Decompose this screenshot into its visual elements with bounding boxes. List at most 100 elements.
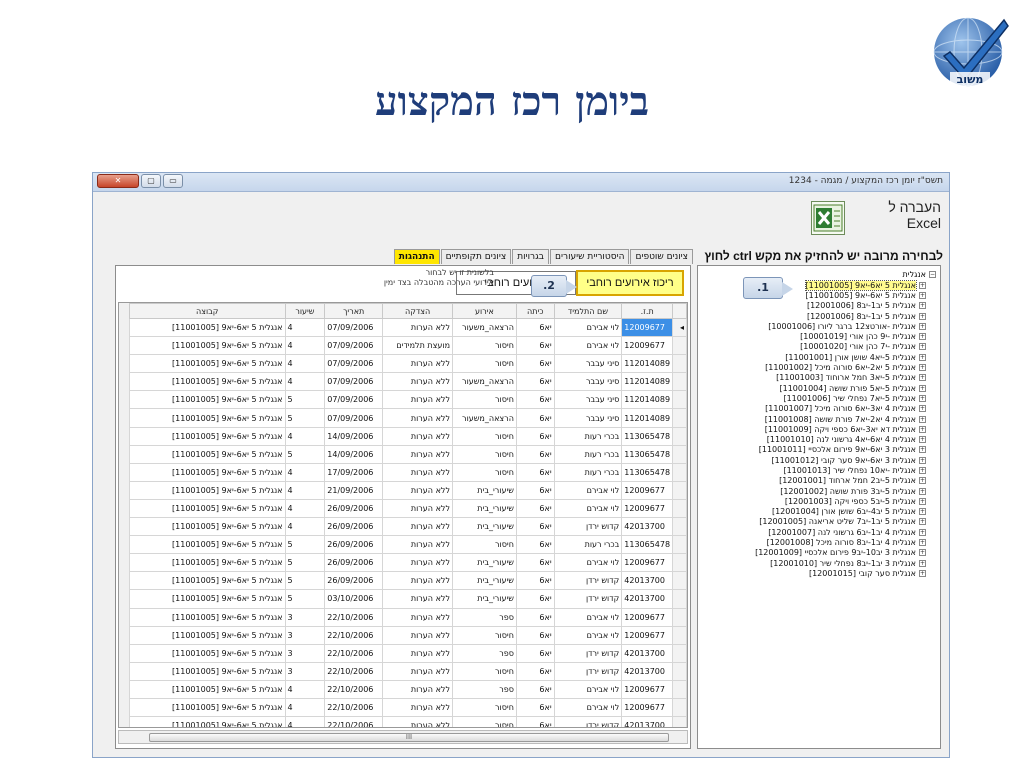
table-cell[interactable]: 22/10/2006 (324, 643, 384, 663)
table-cell[interactable]: אנגלית 5 יא6-יא9 [11001005] (129, 716, 286, 727)
table-cell[interactable]: אנגלית 5 יא6-יא9 [11001005] (129, 643, 286, 663)
table-row[interactable]: 112014089 סיני עבבר יא6 הרצאה_משעור ללא הערו… (129, 372, 687, 392)
table-cell[interactable]: חיסור (452, 716, 517, 727)
table-cell[interactable]: 42013700 (621, 589, 674, 609)
table-cell[interactable]: שיעורי_בית (452, 517, 517, 537)
expand-icon[interactable]: + (919, 343, 926, 351)
row-selector[interactable] (672, 625, 687, 645)
tree-item[interactable]: + אנגלית 4 יב1-יב6 גרשוני לנה [12001007] (702, 527, 936, 537)
expand-icon[interactable]: + (919, 436, 926, 444)
row-selector[interactable] (672, 697, 687, 718)
table-cell[interactable]: אנגלית 5 יא6-יא9 [11001005] (129, 571, 286, 591)
row-selector[interactable] (672, 571, 687, 591)
table-cell[interactable]: יא6 (515, 553, 555, 573)
column-header[interactable]: שם התלמיד (553, 303, 623, 319)
table-cell[interactable]: 4 (284, 697, 326, 718)
tree-item[interactable]: + אנגלית -יא10 נפחלי שיר [11001013] (702, 465, 936, 475)
expand-icon[interactable]: + (919, 302, 926, 310)
table-cell[interactable]: אנגלית 5 יא6-יא9 [11001005] (129, 553, 286, 573)
row-selector[interactable] (672, 716, 687, 727)
table-row[interactable]: 12009677 לוי אבירם יא6 חיסור מועצת תלמידים 07… (129, 336, 687, 356)
table-cell[interactable]: אנגלית 5 יא6-יא9 [11001005] (129, 697, 286, 718)
tree-item[interactable]: + אנגלית 3 יב10-יב9 פירום אלכסיי [1200100… (702, 548, 936, 558)
table-cell[interactable]: 12009677 (621, 607, 674, 627)
tree-item[interactable]: + אנגלית 5-יא4 שושן אורן [11001001] (702, 352, 936, 362)
table-cell[interactable]: 112014089 (621, 408, 674, 428)
expand-icon[interactable]: + (919, 487, 926, 495)
column-header[interactable]: הצדקה (382, 303, 454, 319)
table-cell[interactable]: 26/09/2006 (324, 571, 384, 591)
table-cell[interactable]: 12009677 (621, 697, 674, 718)
table-cell[interactable]: חיסור (452, 426, 517, 446)
tree-item[interactable]: + אנגלית 4 יא6-יא4 גרשוני לנה [11001010] (702, 434, 936, 444)
table-cell[interactable]: יא6 (515, 716, 555, 727)
table-cell[interactable]: 22/10/2006 (324, 697, 384, 718)
table-cell[interactable]: 26/09/2006 (324, 517, 384, 537)
table-cell[interactable]: 12009677 (621, 625, 674, 645)
tree-item[interactable]: + אנגלית 4 יא2-יא7 פורת שושה [11001008] (702, 414, 936, 424)
table-cell[interactable]: יא6 (515, 426, 555, 446)
table-cell[interactable]: ללא הערות (382, 354, 454, 374)
vertical-scrollbar[interactable] (119, 303, 129, 727)
tree-item[interactable]: + אנגלית 5-יא5 פורת שושה [11001004] (702, 383, 936, 393)
table-cell[interactable]: חיסור (452, 444, 517, 464)
table-cell[interactable]: 42013700 (621, 643, 674, 663)
row-selector[interactable] (672, 589, 687, 609)
tree-item[interactable]: + אנגלית 5-יב3 פורת שושה [12001002] (702, 486, 936, 496)
table-cell[interactable]: 12009677 (621, 317, 674, 338)
table-cell[interactable]: יא6 (515, 390, 555, 410)
minimize-button[interactable]: ▭ (163, 174, 183, 188)
expand-icon[interactable]: + (919, 405, 926, 413)
expand-icon[interactable]: + (919, 415, 926, 423)
row-selector[interactable] (672, 372, 687, 392)
table-cell[interactable]: יא6 (515, 336, 555, 356)
table-cell[interactable]: 14/09/2006 (324, 444, 384, 464)
table-cell[interactable]: 5 (284, 408, 326, 428)
table-cell[interactable]: 26/09/2006 (324, 535, 384, 555)
table-cell[interactable]: אנגלית 5 יא6-יא9 [11001005] (129, 607, 286, 627)
table-cell[interactable]: אנגלית 5 יא6-יא9 [11001005] (129, 625, 286, 645)
tree-root[interactable]: − אנגלית (702, 269, 936, 280)
table-row[interactable]: 42013700 קדוש ירדן יא6 שיעורי_בית ללא הערות 2… (129, 571, 687, 591)
table-cell[interactable]: סיני עבבר (553, 372, 623, 392)
table-cell[interactable]: 12009677 (621, 480, 674, 500)
tree-item[interactable]: + אנגלית 5-יב2 חמל ארחוד [12001001] (702, 476, 936, 486)
table-cell[interactable]: יא6 (515, 571, 555, 591)
table-cell[interactable]: 07/09/2006 (324, 317, 384, 338)
table-cell[interactable]: חיסור (452, 535, 517, 555)
table-cell[interactable]: סיני עבבר (553, 408, 623, 428)
table-cell[interactable]: לוי אבירם (553, 697, 623, 718)
row-selector[interactable] (672, 426, 687, 446)
expand-icon[interactable]: + (919, 466, 926, 474)
table-cell[interactable]: 5 (284, 571, 326, 591)
table-cell[interactable]: יא6 (515, 517, 555, 537)
expand-icon[interactable]: + (919, 539, 926, 547)
table-cell[interactable]: ללא הערות (382, 317, 454, 338)
table-cell[interactable]: 3 (284, 643, 326, 663)
expand-icon[interactable]: + (919, 364, 926, 372)
table-row[interactable]: ◂ 12009677 לוי אבירם יא6 הרצאה_משעור ללא הערו… (129, 317, 687, 338)
table-cell[interactable]: יא6 (515, 643, 555, 663)
tree-item[interactable]: + אנגלית 5 יב1-יב7 שליט אריאנה [12001005] (702, 517, 936, 527)
table-cell[interactable]: בכרי רעות (553, 444, 623, 464)
table-cell[interactable]: חיסור (452, 661, 517, 681)
table-cell[interactable]: אנגלית 5 יא6-יא9 [11001005] (129, 354, 286, 374)
table-cell[interactable]: 17/09/2006 (324, 462, 384, 482)
table-cell[interactable]: סיני עבבר (553, 390, 623, 410)
table-cell[interactable]: יא6 (515, 607, 555, 627)
horizontal-scrollbar[interactable]: III (118, 730, 688, 744)
expand-icon[interactable]: + (919, 353, 926, 361)
table-cell[interactable]: חיסור (452, 462, 517, 482)
table-cell[interactable]: 3 (284, 661, 326, 681)
table-cell[interactable]: 42013700 (621, 517, 674, 537)
table-cell[interactable]: אנגלית 5 יא6-יא9 [11001005] (129, 336, 286, 356)
table-row[interactable]: 12009677 לוי אבירם יא6 שיעורי_בית ללא הערות 2… (129, 553, 687, 573)
expand-icon[interactable]: + (919, 518, 926, 526)
table-row[interactable]: 12009677 לוי אבירם יא6 ספר ללא הערות 22/10/20… (129, 679, 687, 699)
table-cell[interactable]: אנגלית 5 יא6-יא9 [11001005] (129, 444, 286, 464)
table-cell[interactable]: קדוש ירדן (553, 571, 623, 591)
table-cell[interactable]: יא6 (515, 589, 555, 609)
tree-item[interactable]: + אנגלית 3 יא6-יא9 פירום אלכסיי [11001011… (702, 445, 936, 455)
table-row[interactable]: 12009677 לוי אבירם יא6 חיסור ללא הערות 22/10/… (129, 625, 687, 645)
tree-item[interactable]: + אנגלית 5 יב4-יב6 שושן אורן [12001004] (702, 507, 936, 517)
